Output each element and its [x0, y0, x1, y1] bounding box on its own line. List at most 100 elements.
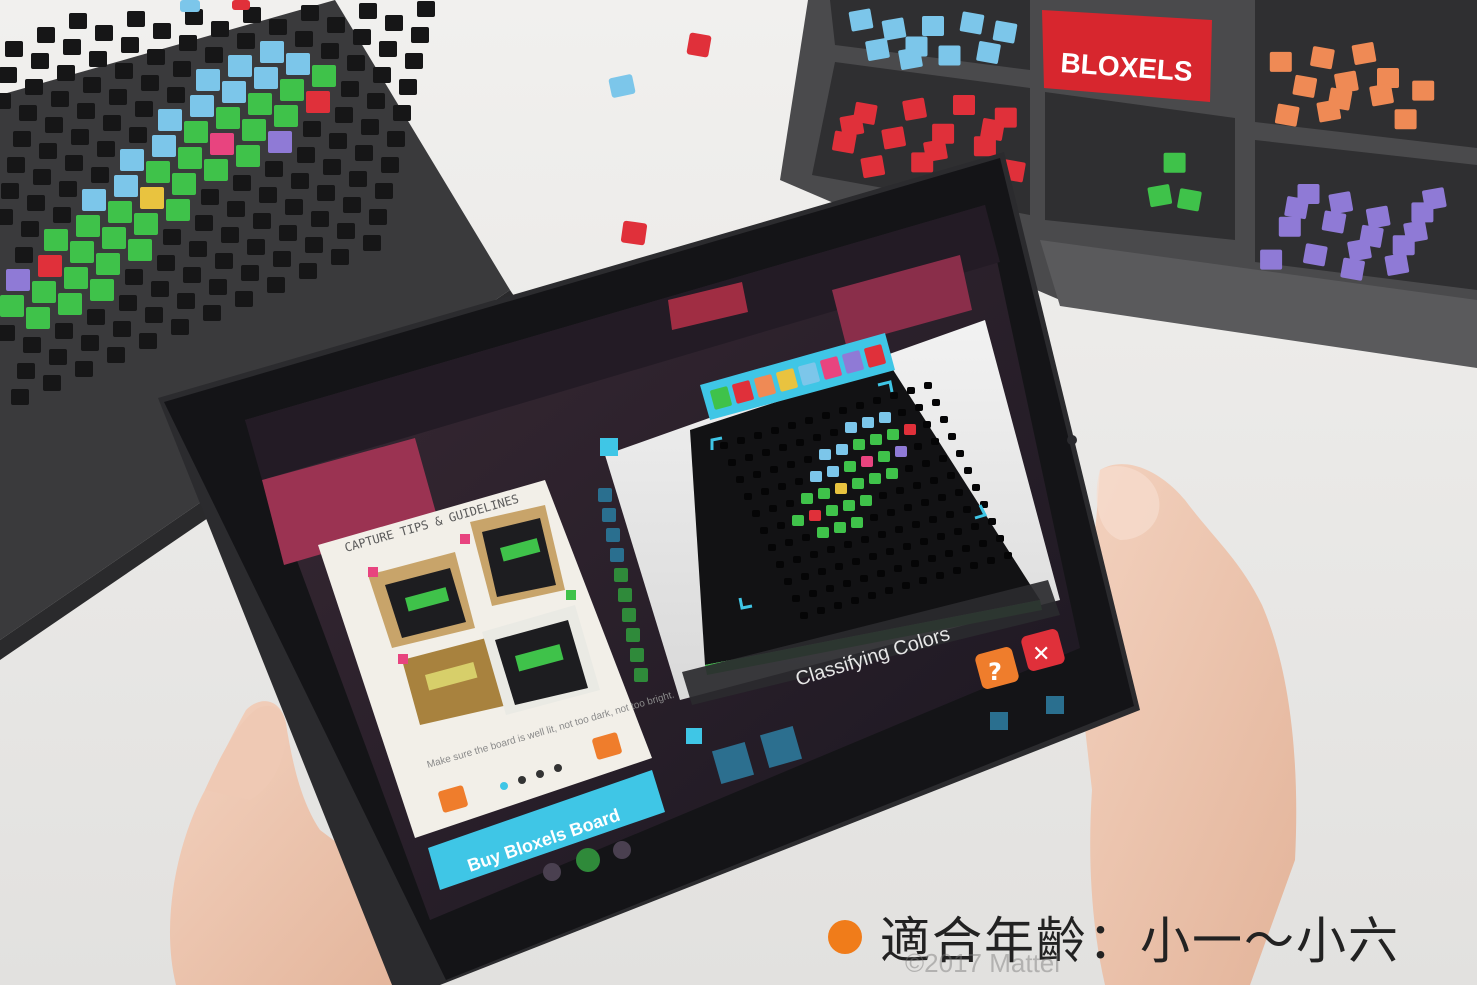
board-hole [49, 349, 67, 365]
camera-board-hole [728, 459, 736, 466]
board-hole [367, 93, 385, 109]
camera-board-hole [886, 548, 894, 555]
box-cube [1278, 216, 1301, 237]
box-cube [1327, 87, 1353, 111]
camera-board-hole [802, 534, 810, 541]
camera-board-hole [896, 487, 904, 494]
board-hole [189, 241, 207, 257]
camera-board-cube [887, 429, 899, 440]
camera-board-hole [955, 489, 963, 496]
board-hole [19, 105, 37, 121]
board-cube [82, 189, 106, 211]
board-hole [375, 183, 393, 199]
board-cube [166, 199, 190, 221]
camera-board-hole [937, 533, 945, 540]
box-cube [1328, 191, 1354, 215]
board-cube [228, 55, 252, 77]
board-cube [242, 119, 266, 141]
board-hole [107, 347, 125, 363]
camera-board-cube [853, 439, 865, 450]
orange-bullet-icon [828, 920, 862, 954]
camera-board-hole [924, 382, 932, 389]
board-hole [337, 223, 355, 239]
camera-board-hole [792, 595, 800, 602]
board-hole [23, 337, 41, 353]
box-cube [1260, 249, 1283, 270]
camera-board-hole [946, 511, 954, 518]
board-hole [65, 155, 83, 171]
board-cube [58, 293, 82, 315]
board-hole [0, 93, 11, 109]
camera-board-hole [869, 553, 877, 560]
board-hole [45, 117, 63, 133]
camera-board-hole [1004, 552, 1012, 559]
board-hole [1, 183, 19, 199]
camera-board-hole [956, 450, 964, 457]
board-hole [125, 269, 143, 285]
box-cube [902, 97, 927, 121]
board-hole [323, 159, 341, 175]
board-hole [167, 87, 185, 103]
camera-board-cube [860, 495, 872, 506]
board-cube [260, 41, 284, 63]
camera-board-hole [744, 493, 752, 500]
box-cube [881, 126, 906, 150]
camera-board-hole [787, 461, 795, 468]
camera-board-hole [754, 432, 762, 439]
board-hole [145, 307, 163, 323]
board-hole [17, 363, 35, 379]
box-cube [1351, 42, 1377, 65]
board-cube [178, 147, 202, 169]
board-hole [177, 293, 195, 309]
bloxels-scene-photo: BLOXELS CAPTURE TIPS & GUIDELINES Make s… [0, 0, 1477, 985]
camera-board-hole [930, 477, 938, 484]
camera-board-cube [886, 468, 898, 479]
camera-board-hole [923, 421, 931, 428]
camera-board-hole [921, 499, 929, 506]
camera-board-hole [796, 439, 804, 446]
board-hole [209, 279, 227, 295]
box-cube [923, 139, 948, 162]
board-hole [369, 209, 387, 225]
camera-board-hole [939, 455, 947, 462]
tool-strip-swatch [598, 488, 612, 502]
board-hole [57, 65, 75, 81]
camera-board-cube [836, 444, 848, 455]
box-cube [938, 45, 961, 66]
board-hole [163, 229, 181, 245]
board-cube [286, 53, 310, 75]
box-cube [1365, 205, 1391, 229]
board-cube [280, 79, 304, 101]
camera-board-hole [777, 522, 785, 529]
camera-board-hole [761, 488, 769, 495]
board-hole [347, 55, 365, 71]
box-cube [1303, 243, 1328, 267]
board-hole [153, 23, 171, 39]
camera-board-hole [898, 409, 906, 416]
camera-board-hole [912, 521, 920, 528]
camera-board-cube [869, 473, 881, 484]
camera-board-hole [987, 557, 995, 564]
board-hole [89, 51, 107, 67]
camera-board-hole [914, 443, 922, 450]
board-hole [221, 227, 239, 243]
camera-board-hole [795, 478, 803, 485]
board-cube [216, 107, 240, 129]
board-hole [53, 207, 71, 223]
close-icon: ✕ [1032, 642, 1050, 667]
camera-board-hole [776, 561, 784, 568]
board-hole [267, 277, 285, 293]
board-hole [305, 237, 323, 253]
camera-board-cube [904, 424, 916, 435]
board-hole [21, 221, 39, 237]
box-cube [1147, 184, 1173, 208]
tool-strip-swatch [602, 508, 616, 522]
help-icon: ? [988, 658, 1002, 686]
box-cube [992, 20, 1018, 44]
board-hole [279, 225, 297, 241]
board-hole [103, 115, 121, 131]
board-hole [13, 131, 31, 147]
camera-board-cube [879, 412, 891, 423]
camera-board-hole [843, 580, 851, 587]
camera-board-hole [931, 438, 939, 445]
